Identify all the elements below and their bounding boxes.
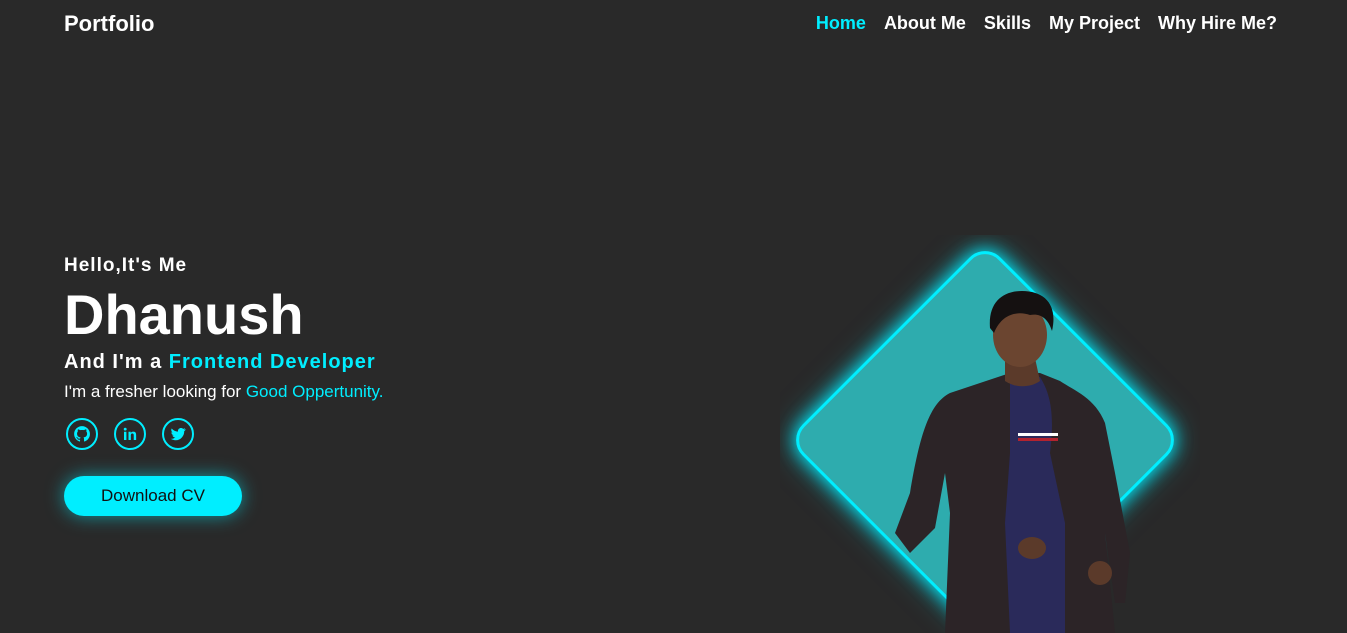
download-cv-button[interactable]: Download CV bbox=[64, 476, 242, 516]
profile-photo bbox=[895, 291, 1130, 633]
hero-image-area bbox=[780, 235, 1200, 633]
linkedin-icon bbox=[123, 427, 137, 440]
linkedin-link[interactable] bbox=[114, 418, 146, 450]
hero-greeting: Hello,It's Me bbox=[64, 255, 188, 276]
github-icon bbox=[74, 426, 90, 442]
tagline-highlight: Good Oppertunity. bbox=[245, 382, 384, 401]
site-logo[interactable]: Portfolio bbox=[64, 11, 154, 37]
twitter-link[interactable] bbox=[162, 418, 194, 450]
nav-skills[interactable]: Skills bbox=[984, 13, 1031, 34]
nav-why-hire-me[interactable]: Why Hire Me? bbox=[1158, 13, 1277, 34]
nav-home[interactable]: Home bbox=[816, 13, 866, 34]
github-link[interactable] bbox=[66, 418, 98, 450]
nav-about-me[interactable]: About Me bbox=[884, 13, 966, 34]
hero-section: Hello,It's Me Dhanush And I'm a Frontend… bbox=[64, 255, 383, 516]
role-highlight: Frontend Developer bbox=[168, 351, 376, 373]
social-links bbox=[66, 418, 383, 450]
twitter-icon bbox=[170, 427, 186, 441]
hero-name: Dhanush bbox=[64, 283, 304, 346]
tagline-prefix: I'm a fresher looking for bbox=[64, 382, 246, 401]
role-prefix: And I'm a bbox=[64, 351, 169, 373]
nav-my-project[interactable]: My Project bbox=[1049, 13, 1140, 34]
hero-tagline: I'm a fresher looking for Good Oppertuni… bbox=[64, 382, 383, 402]
main-nav: Home About Me Skills My Project Why Hire… bbox=[816, 13, 1277, 34]
site-header: Portfolio Home About Me Skills My Projec… bbox=[0, 0, 1347, 48]
hero-role: And I'm a Frontend Developer bbox=[64, 351, 383, 374]
